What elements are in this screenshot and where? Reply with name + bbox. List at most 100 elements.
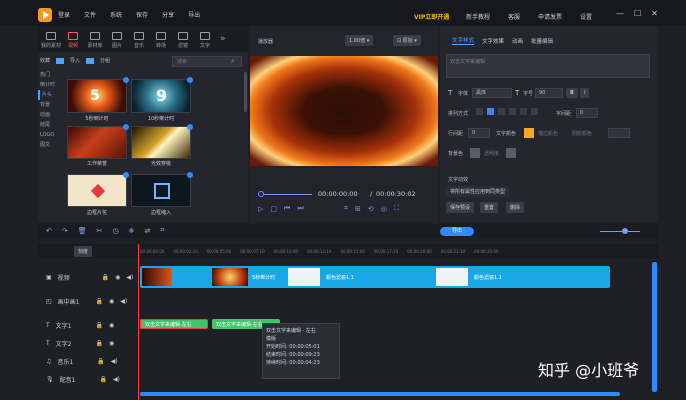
tab-my-materials[interactable]: 我的素材 — [40, 30, 62, 49]
size-select[interactable]: 90 — [535, 88, 563, 98]
lock-icon[interactable]: 🔒 — [96, 298, 103, 305]
close-icon[interactable]: ✕ — [651, 9, 658, 18]
library-scrollbar[interactable] — [244, 72, 247, 112]
lock-icon[interactable]: 🔒 — [97, 358, 104, 365]
menu-service[interactable]: 客服 — [508, 12, 520, 21]
menu-save[interactable]: 保存 — [136, 10, 148, 19]
redo-icon[interactable]: ↷ — [62, 227, 68, 235]
subnav-animation[interactable]: 动画 — [38, 110, 62, 120]
thumb-frame-zoom[interactable] — [131, 172, 193, 207]
reset-button[interactable]: 重置 — [480, 202, 499, 213]
align-center-icon[interactable] — [487, 108, 494, 115]
italic-button[interactable]: I — [580, 88, 590, 98]
align-top-icon[interactable] — [520, 108, 527, 115]
tab-text[interactable]: 文字 — [194, 30, 216, 49]
add-icon[interactable] — [187, 172, 193, 178]
align-bottom-icon[interactable] — [531, 108, 538, 115]
bg-color-swatch[interactable] — [470, 148, 480, 158]
menu-file[interactable]: 文件 — [84, 10, 96, 19]
split-icon[interactable]: ✂ — [97, 227, 103, 235]
subnav-hot[interactable]: 热门 — [38, 70, 62, 80]
video-clip-strip[interactable] — [140, 266, 610, 288]
export-button[interactable]: 导出 — [440, 227, 474, 236]
prev-frame-icon[interactable]: ⏮ — [284, 204, 290, 213]
fullscreen-icon[interactable]: ⛶ — [394, 204, 399, 213]
visible-icon[interactable]: ◉ — [109, 322, 114, 329]
minimize-icon[interactable]: — — [616, 9, 624, 18]
thumb-work-honor[interactable] — [67, 124, 129, 159]
delete-button[interactable]: 删除 — [506, 202, 525, 213]
tab-filter[interactable]: 滤镜 — [172, 30, 194, 49]
subnav-countdown[interactable]: 倒计时 — [38, 80, 62, 90]
menu-share[interactable]: 分享 — [162, 10, 174, 19]
favorites-link[interactable]: 收藏 — [40, 57, 50, 64]
more-tabs-icon[interactable]: » — [220, 34, 226, 44]
subnav-background[interactable]: 背景 — [38, 100, 62, 110]
subnav-graphic[interactable]: 图文 — [38, 140, 62, 150]
thumb-5s-countdown[interactable]: 5 — [67, 77, 129, 113]
add-icon[interactable] — [123, 124, 129, 130]
ratio-select[interactable]: ⊡ 原始 ▾ — [393, 35, 421, 46]
bold-button[interactable]: B — [566, 88, 578, 98]
playhead[interactable] — [138, 244, 139, 400]
vip-link[interactable]: VIP立即开通 — [414, 12, 449, 21]
delete-icon[interactable]: 🗑 — [78, 227, 87, 235]
zoom-slider[interactable] — [600, 231, 640, 232]
text-clip[interactable]: 双击文字来编辑·左右 — [140, 319, 208, 329]
crop-icon[interactable]: ⌗ — [344, 204, 348, 213]
subnav-ending[interactable]: 结尾 — [38, 120, 62, 130]
loop-icon[interactable]: ⟲ — [368, 205, 374, 213]
menu-invoice[interactable]: 申请发票 — [538, 12, 562, 21]
tab-batch-edit[interactable]: 批量编辑 — [531, 37, 553, 45]
freeze-icon[interactable]: ❄ — [129, 227, 135, 235]
menu-system[interactable]: 系统 — [110, 10, 122, 19]
visible-icon[interactable]: ◉ — [109, 340, 114, 347]
spacing-input[interactable]: 0 — [576, 108, 598, 118]
tab-library[interactable]: 素材库 — [84, 30, 106, 49]
snapshot-icon[interactable]: ⊞ — [355, 205, 361, 213]
crop-tool-icon[interactable]: ⌗ — [160, 226, 164, 235]
tab-music[interactable]: 音乐 — [128, 30, 150, 49]
thumb-frame-flower[interactable] — [67, 172, 129, 207]
audio-icon[interactable]: ◀) — [120, 298, 127, 305]
menu-export[interactable]: 导出 — [188, 10, 200, 19]
add-icon[interactable] — [123, 172, 129, 178]
progress-bar[interactable] — [264, 194, 312, 195]
thumb-10s-countdown[interactable]: 9 — [131, 77, 193, 113]
save-preset-button[interactable]: 保存预设 — [446, 202, 475, 213]
add-icon[interactable] — [123, 77, 129, 83]
zoom-select[interactable]: 1.00倍 ▾ — [345, 35, 374, 46]
bg-alpha-swatch[interactable] — [506, 148, 516, 158]
add-icon[interactable] — [187, 77, 193, 83]
thumb-light-shuttle[interactable] — [131, 124, 193, 159]
next-frame-icon[interactable]: ⏭ — [297, 204, 303, 213]
tab-text-style[interactable]: 文字样式 — [452, 36, 475, 45]
time-current[interactable]: 00:00:00:00 — [318, 190, 358, 198]
audio-icon[interactable]: ◀) — [126, 274, 133, 281]
lock-icon[interactable]: 🔒 — [99, 376, 106, 383]
shadow-input[interactable] — [608, 128, 630, 138]
audio-icon[interactable]: ◀) — [113, 376, 120, 383]
undo-icon[interactable]: ↶ — [46, 227, 52, 235]
font-select[interactable]: 黑体 — [472, 88, 512, 98]
lock-icon[interactable]: 🔒 — [96, 322, 103, 329]
add-icon[interactable] — [187, 124, 193, 130]
visible-icon[interactable]: ◉ — [115, 274, 120, 281]
menu-tutorial[interactable]: 新手教程 — [466, 12, 490, 21]
align-left-icon[interactable] — [476, 108, 483, 115]
tab-text-effect[interactable]: 文字效果 — [482, 37, 504, 45]
tab-image[interactable]: 图片 — [106, 30, 128, 49]
tab-animation[interactable]: 动画 — [512, 37, 523, 45]
timeline-vertical-scrollbar[interactable] — [652, 262, 657, 392]
apply-all-button[interactable]: 将所有属性应用到同类型 — [446, 186, 510, 197]
lock-icon[interactable]: 🔒 — [96, 340, 103, 347]
stop-icon[interactable]: □ — [270, 205, 277, 213]
audio-icon[interactable]: ◀) — [111, 358, 118, 365]
play-icon[interactable]: ▷ — [258, 205, 263, 213]
zoom-slider-knob[interactable] — [622, 228, 628, 234]
visible-icon[interactable]: ◉ — [109, 298, 114, 305]
search-icon[interactable]: ⌕ — [231, 57, 235, 66]
subnav-logo[interactable]: LOGO — [38, 130, 62, 140]
tab-transition[interactable]: 转场 — [150, 30, 172, 49]
vertical-text-icon[interactable] — [509, 108, 516, 115]
